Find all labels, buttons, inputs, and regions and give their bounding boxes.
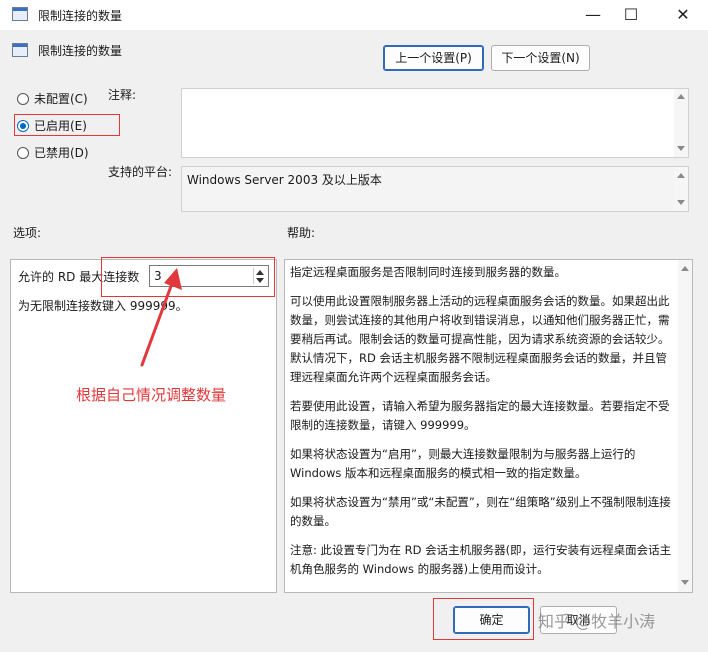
radio-not-configured-label: 未配置(C) (34, 92, 88, 106)
policy-icon (12, 43, 28, 57)
help-panel: 指定远程桌面服务是否限制同时连接到服务器的数量。 可以使用此设置限制服务器上活动… (284, 259, 693, 593)
scroll-up-icon[interactable] (681, 266, 689, 271)
platform-value: Windows Server 2003 及以上版本 (187, 173, 382, 187)
comment-textbox[interactable] (181, 88, 689, 158)
platform-scrollbar[interactable] (674, 167, 688, 211)
help-paragraph: 可以使用此设置限制服务器上活动的远程桌面服务会话的数量。如果超出此数量，则尝试连… (290, 294, 670, 384)
ok-highlight-box (433, 598, 534, 640)
radio-disabled[interactable] (17, 147, 29, 159)
options-section-label: 选项: (13, 226, 42, 240)
maximize-button[interactable]: ☐ (608, 0, 654, 30)
scroll-up-icon[interactable] (677, 94, 685, 99)
platform-textbox: Windows Server 2003 及以上版本 (181, 166, 689, 212)
radio-not-configured[interactable] (17, 93, 29, 105)
close-button[interactable]: ✕ (660, 0, 706, 30)
help-paragraph: 指定远程桌面服务是否限制同时连接到服务器的数量。 (290, 265, 566, 279)
comment-scrollbar[interactable] (674, 89, 688, 157)
policy-window-icon (12, 7, 28, 21)
scroll-down-icon[interactable] (677, 200, 685, 205)
window-title: 限制连接的数量 (38, 9, 123, 23)
help-text: 指定远程桌面服务是否限制同时连接到服务器的数量。 可以使用此设置限制服务器上活动… (290, 263, 677, 589)
scroll-up-icon[interactable] (677, 173, 685, 178)
next-setting-button[interactable]: 下一个设置(N) (491, 45, 590, 71)
help-scrollbar[interactable] (678, 260, 692, 592)
radio-disabled-label: 已禁用(D) (34, 146, 89, 160)
scroll-down-icon[interactable] (681, 580, 689, 585)
help-paragraph: 注意: 此设置专门为在 RD 会话主机服务器(即，运行安装有远程桌面会话主机角色… (290, 543, 672, 576)
annotation-text: 根据自己情况调整数量 (76, 386, 227, 404)
help-section-label: 帮助: (287, 226, 316, 240)
watermark: 知乎 @牧羊小涛 (538, 612, 656, 631)
platform-label: 支持的平台: (108, 165, 173, 179)
help-paragraph: 若要使用此设置，请输入希望为服务器指定的最大连接数量。若要指定不受限制的连接数量… (290, 399, 670, 432)
policy-name: 限制连接的数量 (38, 44, 123, 58)
annotation-arrow (140, 268, 182, 367)
enabled-highlight-box (14, 114, 120, 136)
prev-setting-button[interactable]: 上一个设置(P) (383, 45, 484, 71)
comment-label: 注释: (108, 88, 137, 102)
scroll-down-icon[interactable] (677, 146, 685, 151)
help-paragraph: 如果将状态设置为“禁用”或“未配置”，则在“组策略”级别上不强制限制连接的数量。 (290, 495, 671, 528)
help-paragraph: 如果将状态设置为“启用”，则最大连接数量限制为与服务器上运行的 Windows … (290, 447, 636, 480)
